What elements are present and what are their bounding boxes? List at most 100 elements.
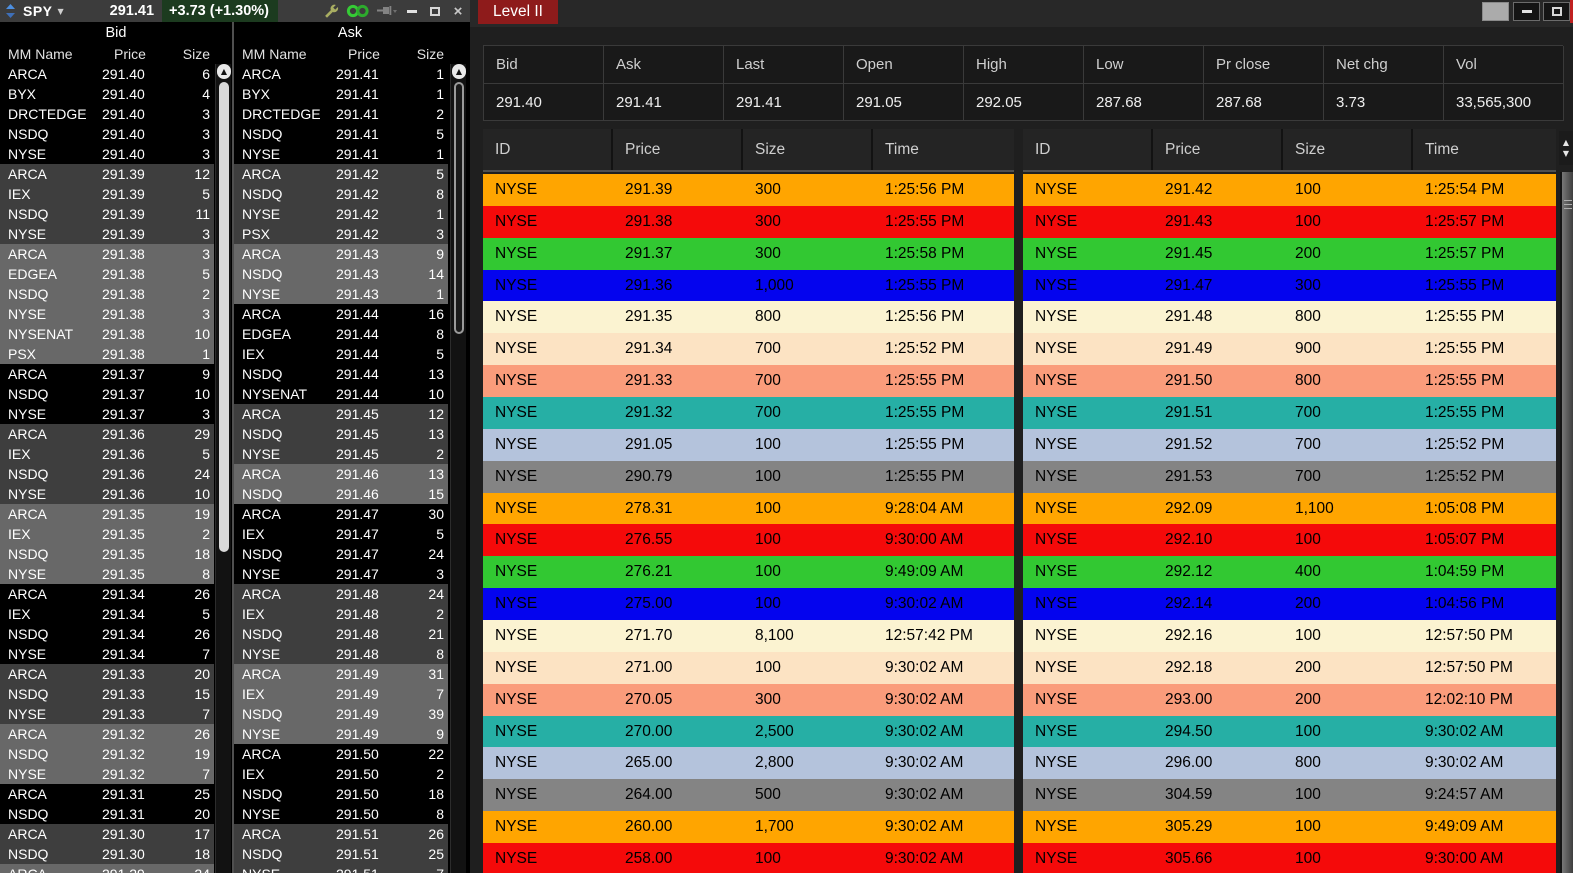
tape-row[interactable]: NYSE 278.31 100 9:28:04 AM: [483, 492, 1014, 525]
tape-row[interactable]: NYSE 292.09 1,100 1:05:08 PM: [1023, 492, 1556, 525]
ask-row[interactable]: NYSENAT 291.44 10: [234, 384, 448, 404]
ask-row[interactable]: IEX 291.44 5: [234, 344, 448, 364]
spinner-up-icon[interactable]: ▲: [1563, 138, 1569, 147]
ask-row[interactable]: NYSE 291.50 8: [234, 804, 448, 824]
tape-row[interactable]: NYSE 305.29 100 9:49:09 AM: [1023, 811, 1556, 844]
tape-row[interactable]: NYSE 291.32 700 1:25:55 PM: [483, 397, 1014, 429]
tape-row[interactable]: NYSE 291.48 800 1:25:55 PM: [1023, 301, 1556, 334]
bid-row[interactable]: PSX 291.38 1: [0, 344, 214, 364]
bid-row[interactable]: BYX 291.40 4: [0, 84, 214, 104]
bid-row[interactable]: NYSE 291.39 3: [0, 224, 214, 244]
bid-row[interactable]: NSDQ 291.30 18: [0, 844, 214, 864]
ask-row[interactable]: ARCA 291.46 13: [234, 464, 448, 484]
ask-row[interactable]: PSX 291.42 3: [234, 224, 448, 244]
bid-row[interactable]: NYSE 291.33 7: [0, 704, 214, 724]
ask-row[interactable]: ARCA 291.49 31: [234, 664, 448, 684]
bid-scroll-thumb[interactable]: [219, 82, 229, 552]
tape-column-header[interactable]: Time: [873, 129, 1014, 170]
minimize-button[interactable]: [404, 4, 420, 18]
ask-row[interactable]: NSDQ 291.49 39: [234, 704, 448, 724]
ask-row[interactable]: NYSE 291.41 1: [234, 144, 448, 164]
ask-row[interactable]: NSDQ 291.43 14: [234, 264, 448, 284]
tape-row[interactable]: NYSE 291.43 100 1:25:57 PM: [1023, 205, 1556, 238]
bid-row[interactable]: NSDQ 291.32 19: [0, 744, 214, 764]
bid-row[interactable]: ARCA291.2924: [0, 864, 214, 873]
tab-level2[interactable]: Level II: [478, 0, 558, 24]
pin-icon[interactable]: [377, 5, 397, 18]
bid-row[interactable]: NSDQ 291.38 2: [0, 284, 214, 304]
symbol-dropdown-caret[interactable]: ▼: [58, 7, 64, 16]
ask-row[interactable]: ARCA 291.45 12: [234, 404, 448, 424]
ask-row[interactable]: NSDQ 291.45 13: [234, 424, 448, 444]
bid-row[interactable]: ARCA 291.32 26: [0, 724, 214, 744]
tape-spinner[interactable]: ▲ ▼: [1559, 131, 1573, 165]
ask-row[interactable]: ARCA 291.44 16: [234, 304, 448, 324]
tape-row[interactable]: NYSE 258.00 100 9:30:02 AM: [483, 843, 1014, 873]
close-button[interactable]: ×: [450, 4, 466, 19]
tape-row[interactable]: NYSE 291.52 700 1:25:52 PM: [1023, 428, 1556, 461]
tape-row[interactable]: NYSE 291.36 1,000 1:25:55 PM: [483, 269, 1014, 302]
tape-row[interactable]: NYSE 271.00 100 9:30:02 AM: [483, 651, 1014, 684]
bid-row[interactable]: NYSENAT 291.38 10: [0, 324, 214, 344]
tape-row[interactable]: NYSE 291.39 300 1:25:56 PM: [483, 174, 1014, 206]
tape-row[interactable]: NYSE 291.38 300 1:25:55 PM: [483, 205, 1014, 238]
bid-row[interactable]: EDGEA 291.38 5: [0, 264, 214, 284]
tape-column-header[interactable]: Size: [743, 129, 873, 170]
bid-row[interactable]: NYSE 291.37 3: [0, 404, 214, 424]
tape-row[interactable]: NYSE 292.16 100 12:57:50 PM: [1023, 620, 1556, 652]
tape-row[interactable]: NYSE 291.49 900 1:25:55 PM: [1023, 333, 1556, 366]
bid-row[interactable]: NSDQ 291.33 15: [0, 684, 214, 704]
bid-row[interactable]: ARCA 291.31 25: [0, 784, 214, 804]
bid-row[interactable]: ARCA 291.36 29: [0, 424, 214, 444]
tape-row[interactable]: NYSE 275.00 100 9:30:02 AM: [483, 588, 1014, 621]
ask-row[interactable]: ARCA 291.50 22: [234, 744, 448, 764]
tape-row[interactable]: NYSE 270.00 2,500 9:30:02 AM: [483, 715, 1014, 748]
tape-row[interactable]: NYSE 270.05 300 9:30:02 AM: [483, 683, 1014, 716]
tape-row[interactable]: NYSE 265.00 2,800 9:30:02 AM: [483, 747, 1014, 780]
window-extra-button[interactable]: [1482, 2, 1509, 21]
bid-row[interactable]: NYSE 291.40 3: [0, 144, 214, 164]
bid-scrollbar[interactable]: ▲: [215, 64, 231, 873]
tape-column-header[interactable]: ID: [483, 129, 613, 170]
tape-row[interactable]: NYSE 264.00 500 9:30:02 AM: [483, 779, 1014, 812]
bid-row[interactable]: NYSE 291.32 7: [0, 764, 214, 784]
ask-row[interactable]: IEX 291.50 2: [234, 764, 448, 784]
tape-row[interactable]: NYSE 271.70 8,100 12:57:42 PM: [483, 620, 1014, 652]
bid-row[interactable]: NSDQ 291.35 18: [0, 544, 214, 564]
tape-row[interactable]: NYSE 260.00 1,700 9:30:02 AM: [483, 811, 1014, 844]
tape-row[interactable]: NYSE 291.42 100 1:25:54 PM: [1023, 174, 1556, 206]
ask-row[interactable]: NSDQ 291.50 18: [234, 784, 448, 804]
tape-scroll-thumb-grip[interactable]: [1564, 200, 1572, 211]
tape-row[interactable]: NYSE 290.79 100 1:25:55 PM: [483, 460, 1014, 493]
ask-row[interactable]: NSDQ 291.51 25: [234, 844, 448, 864]
bid-row[interactable]: IEX 291.35 2: [0, 524, 214, 544]
bid-row[interactable]: ARCA 291.35 19: [0, 504, 214, 524]
ask-row[interactable]: EDGEA 291.44 8: [234, 324, 448, 344]
bid-row[interactable]: NSDQ 291.34 26: [0, 624, 214, 644]
bid-row[interactable]: NSDQ 291.37 10: [0, 384, 214, 404]
maximize-button[interactable]: [1543, 2, 1570, 21]
tape-row[interactable]: NYSE 291.51 700 1:25:55 PM: [1023, 397, 1556, 429]
ask-row[interactable]: IEX 291.47 5: [234, 524, 448, 544]
tape-row[interactable]: NYSE 292.14 200 1:04:56 PM: [1023, 588, 1556, 621]
bid-row[interactable]: NSDQ 291.31 20: [0, 804, 214, 824]
bid-row[interactable]: IEX 291.36 5: [0, 444, 214, 464]
ask-row[interactable]: NSDQ 291.42 8: [234, 184, 448, 204]
tape-row[interactable]: NYSE 294.50 100 9:30:02 AM: [1023, 715, 1556, 748]
ask-scrollbar[interactable]: ▲: [450, 64, 466, 873]
bid-row[interactable]: NSDQ 291.40 3: [0, 124, 214, 144]
ask-scroll-thumb[interactable]: [454, 82, 464, 334]
bid-row[interactable]: ARCA 291.30 17: [0, 824, 214, 844]
minimize-button[interactable]: [1513, 2, 1540, 21]
tape-row[interactable]: NYSE 293.00 200 12:02:10 PM: [1023, 683, 1556, 716]
bid-row[interactable]: IEX 291.34 5: [0, 604, 214, 624]
ask-row[interactable]: NSDQ 291.44 13: [234, 364, 448, 384]
ask-row[interactable]: ARCA 291.41 1: [234, 64, 448, 84]
bid-row[interactable]: NSDQ 291.39 11: [0, 204, 214, 224]
bid-row[interactable]: ARCA 291.34 26: [0, 584, 214, 604]
link-icon[interactable]: [346, 4, 370, 18]
ask-row[interactable]: DRCTEDGE 291.41 2: [234, 104, 448, 124]
tape-column-header[interactable]: Price: [613, 129, 743, 170]
tape-row[interactable]: NYSE 291.50 800 1:25:55 PM: [1023, 365, 1556, 398]
tape-column-header[interactable]: Time: [1413, 129, 1556, 170]
